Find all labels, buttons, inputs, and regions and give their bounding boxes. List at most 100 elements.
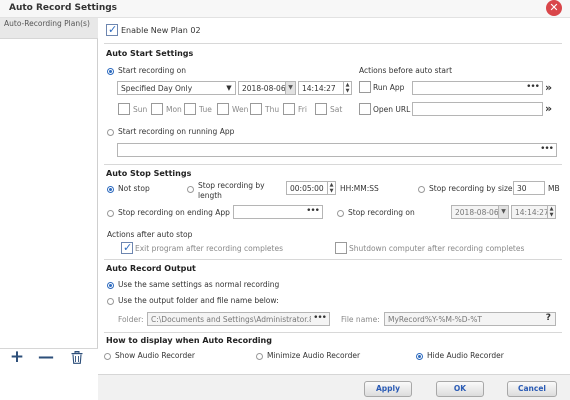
close-button[interactable]: ✕ [546, 0, 562, 16]
size-input[interactable]: 30 [513, 181, 545, 195]
show-recorder-radio[interactable] [104, 353, 111, 360]
start-recording-on-radio[interactable] [107, 68, 114, 75]
expand-chevron-icon[interactable]: » [545, 81, 552, 94]
calendar-dropdown-icon: ▼ [498, 206, 508, 218]
browse-dots-icon: ••• [306, 206, 320, 216]
hide-recorder-label: Hide Audio Recorder [427, 351, 504, 360]
ok-button[interactable]: OK [436, 381, 484, 397]
day-label-fri: Fri [298, 105, 307, 114]
divider [104, 164, 562, 165]
apply-button[interactable]: Apply [364, 381, 412, 397]
stop-on-label: Stop recording on [348, 208, 415, 217]
plan-list [0, 18, 98, 400]
shutdown-label: Shutdown computer after recording comple… [349, 244, 525, 253]
open-url-label: Open URL [373, 105, 411, 114]
not-stop-radio[interactable] [107, 186, 114, 193]
cancel-button[interactable]: Cancel [507, 381, 557, 397]
not-stop-label: Not stop [118, 184, 150, 193]
spinner-arrows-icon: ▲ ▼ [547, 206, 555, 218]
open-url-checkbox[interactable] [359, 103, 371, 115]
stop-on-radio[interactable] [337, 210, 344, 217]
minimize-recorder-radio[interactable] [256, 353, 263, 360]
day-checkbox-sun[interactable] [118, 103, 130, 115]
auto-start-heading: Auto Start Settings [106, 49, 194, 58]
open-url-field[interactable] [412, 102, 543, 116]
remove-plan-button[interactable]: — [38, 347, 54, 366]
stop-date-value: 2018-08-06 [455, 208, 499, 217]
stop-by-size-radio[interactable] [418, 186, 425, 193]
run-app-checkbox[interactable] [359, 81, 371, 93]
add-plan-button[interactable]: + [9, 349, 25, 366]
day-mode-select[interactable]: Specified Day Only ▼ [117, 81, 236, 95]
day-checkbox-mon[interactable] [151, 103, 163, 115]
run-app-path-field[interactable]: ••• [412, 81, 543, 95]
display-heading: How to display when Auto Recording [106, 336, 272, 345]
day-checkbox-wen[interactable] [217, 103, 229, 115]
exit-program-label: Exit program after recording completes [135, 244, 283, 253]
day-mode-value: Specified Day Only [121, 84, 193, 93]
day-checkbox-fri[interactable] [283, 103, 295, 115]
stop-by-size-label: Stop recording by size [429, 184, 513, 193]
run-app-label: Run App [373, 83, 405, 92]
stop-time-spinner[interactable]: 14:14:27 ▲ ▼ [511, 205, 556, 219]
actions-before-label: Actions before auto start [359, 66, 453, 75]
length-spinner[interactable]: 00:05:00 ▲ ▼ [286, 181, 336, 195]
length-value: 00:05:00 [290, 184, 324, 193]
start-on-app-radio[interactable] [107, 129, 114, 136]
stop-by-length-radio[interactable] [187, 186, 194, 193]
day-label-wen: Wen [232, 105, 249, 114]
expand-chevron-icon[interactable]: » [545, 102, 552, 115]
day-label-mon: Mon [166, 105, 182, 114]
start-time-spinner[interactable]: 14:14:27 ▲ ▼ [298, 81, 352, 95]
use-output-folder-radio[interactable] [107, 298, 114, 305]
folder-label: Folder: [118, 315, 144, 324]
browse-dots-icon: ••• [540, 144, 554, 154]
browse-dots-icon: ••• [526, 82, 540, 92]
stop-on-ending-app-radio[interactable] [107, 210, 114, 217]
same-settings-radio[interactable] [107, 282, 114, 289]
file-name-field[interactable]: MyRecord%Y-%M-%D-%T ? [384, 312, 556, 326]
plan-list-item[interactable]: Auto-Recording Plan(s) [0, 18, 98, 39]
divider [104, 332, 562, 333]
output-heading: Auto Record Output [106, 264, 196, 273]
stop-date-picker[interactable]: 2018-08-06 ▼ [451, 205, 509, 219]
start-on-app-label: Start recording on running App [118, 127, 235, 136]
actions-after-label: Actions after auto stop [107, 230, 193, 239]
file-name-label: File name: [341, 315, 380, 324]
browse-dots-icon: ••• [311, 313, 327, 324]
enable-plan-label: Enable New Plan 02 [121, 26, 201, 35]
show-recorder-label: Show Audio Recorder [115, 351, 195, 360]
day-label-thu: Thu [265, 105, 280, 114]
folder-path-field[interactable]: C:\Documents and Settings\Administrator.… [147, 312, 330, 326]
start-time-value: 14:14:27 [302, 84, 336, 93]
use-output-folder-label: Use the output folder and file name belo… [118, 296, 279, 305]
day-checkbox-thu[interactable] [250, 103, 262, 115]
dialog-button-bar [98, 374, 570, 400]
start-recording-on-label: Start recording on [118, 66, 186, 75]
minus-icon: — [38, 347, 54, 366]
divider [104, 43, 562, 44]
enable-plan-checkbox[interactable] [106, 23, 118, 36]
start-date-value: 2018-08-06 [242, 84, 286, 93]
same-settings-label: Use the same settings as normal recordin… [118, 280, 280, 289]
size-value: 30 [517, 184, 527, 193]
delete-plan-button[interactable] [71, 351, 83, 364]
shutdown-checkbox[interactable] [335, 242, 347, 254]
close-icon: ✕ [549, 1, 559, 14]
folder-path-value: C:\Documents and Settings\Administrator.… [151, 315, 317, 324]
divider [104, 259, 562, 260]
day-checkbox-sat[interactable] [315, 103, 327, 115]
trash-icon [71, 351, 83, 364]
spinner-arrows-icon: ▲ ▼ [343, 82, 351, 94]
hide-recorder-radio[interactable] [416, 353, 423, 360]
start-date-picker[interactable]: 2018-08-06 ▼ [238, 81, 296, 95]
day-checkbox-tue[interactable] [184, 103, 196, 115]
auto-stop-heading: Auto Stop Settings [106, 169, 192, 178]
minimize-recorder-label: Minimize Audio Recorder [267, 351, 361, 360]
calendar-dropdown-icon: ▼ [285, 82, 295, 94]
spinner-arrows-icon: ▲ ▼ [327, 182, 335, 194]
help-icon: ? [545, 313, 551, 323]
start-app-path-field[interactable]: ••• [117, 143, 557, 157]
exit-program-checkbox[interactable] [121, 241, 133, 254]
ending-app-path-field[interactable]: ••• [233, 205, 323, 219]
